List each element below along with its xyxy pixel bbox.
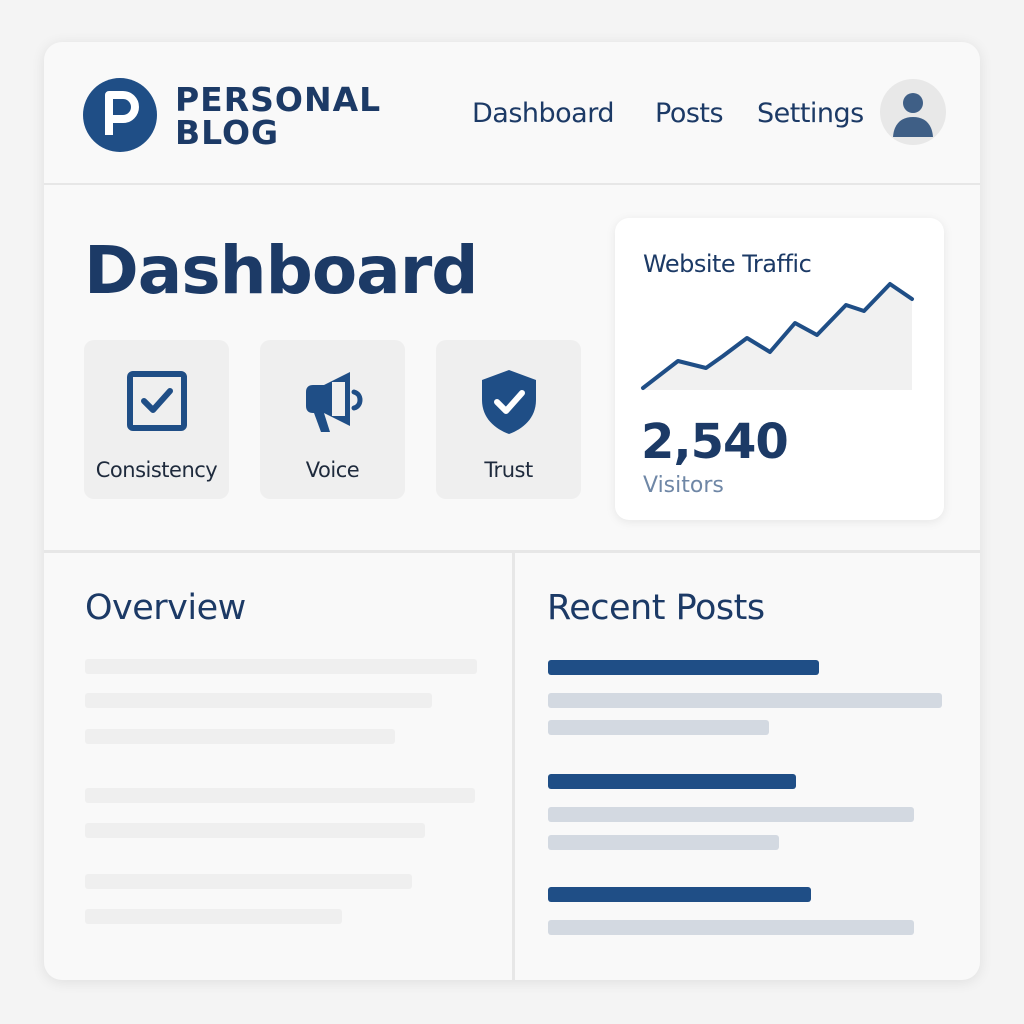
avatar-silhouette xyxy=(893,93,933,137)
dashboard-window: PERSONAL BLOG Dashboard Posts Settings D… xyxy=(44,42,980,980)
megaphone-icon xyxy=(306,372,363,432)
post-excerpt-placeholder xyxy=(548,720,769,735)
placeholder-line xyxy=(85,874,412,889)
placeholder-line xyxy=(85,823,425,838)
placeholder-line xyxy=(85,909,342,924)
post-excerpt-placeholder xyxy=(548,693,942,708)
value-tile-trust[interactable]: Trust xyxy=(436,340,581,499)
placeholder-line xyxy=(85,729,395,744)
website-traffic-card[interactable]: Website Traffic 2,540 Visitors xyxy=(615,218,944,520)
brand-line-1: PERSONAL xyxy=(175,80,382,119)
traffic-area xyxy=(643,284,912,390)
shield-check-icon xyxy=(482,370,536,434)
value-tile-consistency[interactable]: Consistency xyxy=(84,340,229,499)
post-excerpt-placeholder xyxy=(548,920,914,935)
post-excerpt-placeholder xyxy=(548,807,914,822)
value-tile-voice[interactable]: Voice xyxy=(260,340,405,499)
placeholder-line xyxy=(85,693,432,708)
brand-line-2: BLOG xyxy=(175,113,280,152)
placeholder-line xyxy=(85,788,475,803)
value-label-consistency: Consistency xyxy=(95,458,218,482)
top-header: PERSONAL BLOG Dashboard Posts Settings xyxy=(44,42,980,185)
nav-settings[interactable]: Settings xyxy=(757,98,864,129)
value-label-voice: Voice xyxy=(305,458,360,482)
post-title-placeholder[interactable] xyxy=(548,887,811,902)
checkbox-icon xyxy=(127,371,187,431)
post-title-placeholder[interactable] xyxy=(548,774,796,789)
recent-posts-title: Recent Posts xyxy=(547,588,765,628)
traffic-title: Website Traffic xyxy=(643,250,812,278)
visitor-count: 2,540 xyxy=(641,414,789,470)
nav-posts[interactable]: Posts xyxy=(655,98,724,129)
post-excerpt-placeholder xyxy=(548,835,779,850)
logo-letter-glyph xyxy=(105,91,139,135)
overview-title: Overview xyxy=(85,588,246,628)
column-divider xyxy=(512,553,515,980)
nav-dashboard[interactable]: Dashboard xyxy=(472,98,614,129)
visitor-unit-label: Visitors xyxy=(643,473,724,498)
placeholder-line xyxy=(85,659,477,674)
post-title-placeholder[interactable] xyxy=(548,660,819,675)
page-title: Dashboard xyxy=(84,232,479,309)
user-avatar-icon[interactable] xyxy=(880,79,946,145)
logo-icon[interactable] xyxy=(83,78,157,152)
brand-name[interactable]: PERSONAL BLOG xyxy=(175,83,405,149)
value-label-trust: Trust xyxy=(484,458,533,482)
